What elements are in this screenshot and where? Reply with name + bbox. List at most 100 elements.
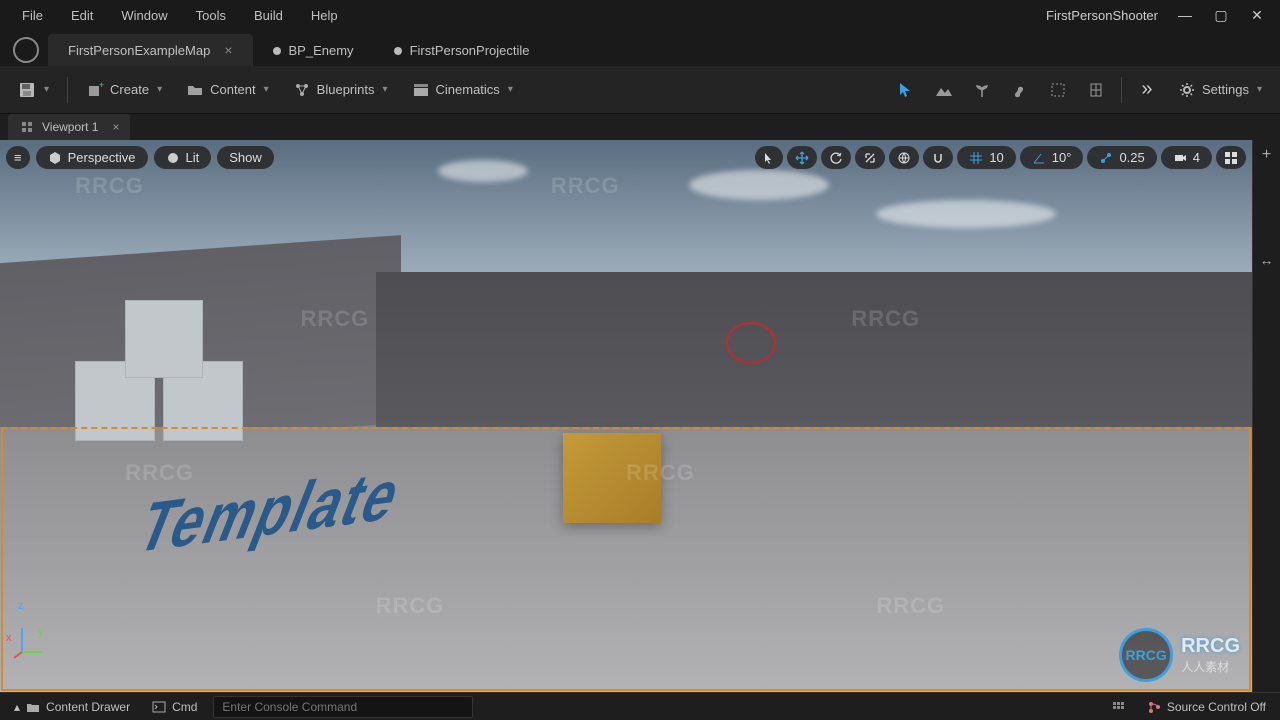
grid-icon <box>969 151 983 165</box>
wall-back <box>376 272 1252 427</box>
cursor-icon <box>763 152 775 164</box>
z-axis-label: z <box>18 600 24 612</box>
angle-snap-button[interactable]: 10° <box>1020 146 1084 169</box>
rotate-tool-button[interactable] <box>821 146 851 169</box>
maximize-button[interactable]: ▢ <box>1212 6 1230 24</box>
globe-icon <box>897 151 911 165</box>
grid-snap-button[interactable]: 10 <box>957 146 1015 169</box>
save-button[interactable]: ▾ <box>8 75 59 105</box>
select-mode-button[interactable] <box>889 73 923 107</box>
tab-projectile[interactable]: FirstPersonProjectile <box>374 35 550 66</box>
tab-label: FirstPersonProjectile <box>410 43 530 58</box>
close-window-button[interactable]: ✕ <box>1248 6 1266 24</box>
status-bar: ▴ Content Drawer Cmd Source Control Off <box>0 692 1280 720</box>
ue-logo-icon[interactable] <box>4 34 48 66</box>
content-drawer-button[interactable]: ▴ Content Drawer <box>8 698 136 716</box>
branch-icon <box>1147 700 1161 714</box>
tab-level-map[interactable]: FirstPersonExampleMap × <box>48 34 253 66</box>
landscape-mode-button[interactable] <box>927 73 961 107</box>
blueprints-button[interactable]: Blueprints ▾ <box>283 75 398 105</box>
divider <box>67 77 68 103</box>
lit-button[interactable]: Lit <box>154 146 212 169</box>
angle-snap-value: 10° <box>1052 150 1072 165</box>
close-icon[interactable]: × <box>112 120 119 134</box>
menu-tools[interactable]: Tools <box>182 4 240 27</box>
axis-gizmo: z y x <box>12 626 48 662</box>
menu-help[interactable]: Help <box>297 4 352 27</box>
viewport-layout-button[interactable] <box>1216 146 1246 169</box>
foliage-mode-button[interactable] <box>965 73 999 107</box>
target-ring <box>726 322 776 364</box>
move-icon <box>795 151 809 165</box>
resize-handle-icon[interactable]: ↔ <box>1260 252 1274 268</box>
chevron-down-icon: ▾ <box>508 84 513 95</box>
viewport-tab-bar: Viewport 1 × <box>0 114 1280 140</box>
gold-cube-actor <box>563 433 661 523</box>
scale-snap-button[interactable]: 0.25 <box>1087 146 1156 169</box>
viewport-scene: Template z y x <box>0 140 1252 692</box>
translate-tool-button[interactable] <box>787 146 817 169</box>
clapper-icon <box>412 81 430 99</box>
surface-snap-button[interactable] <box>923 146 953 169</box>
world-local-toggle[interactable] <box>889 146 919 169</box>
fracture-mode-button[interactable] <box>1079 73 1113 107</box>
show-button[interactable]: Show <box>217 146 274 169</box>
folder-icon <box>26 701 40 713</box>
viewport-tab[interactable]: Viewport 1 × <box>8 114 130 140</box>
details-panel-collapsed[interactable]: + ↔ <box>1252 140 1280 692</box>
content-drawer-label: Content Drawer <box>46 700 130 714</box>
y-axis-label: y <box>38 626 44 638</box>
grid-icon <box>18 118 36 136</box>
asset-tab-strip: FirstPersonExampleMap × BP_Enemy FirstPe… <box>0 30 1280 66</box>
overflow-button[interactable]: » <box>1130 73 1164 107</box>
viewport-menu-button[interactable]: ≡ <box>6 146 30 169</box>
tab-label: BP_Enemy <box>289 43 354 58</box>
settings-label: Settings <box>1202 82 1249 97</box>
menu-window[interactable]: Window <box>107 4 181 27</box>
menu-file[interactable]: File <box>8 4 57 27</box>
camera-speed-button[interactable]: 4 <box>1161 146 1212 169</box>
svg-text:+: + <box>99 81 104 90</box>
rotate-icon <box>829 151 843 165</box>
dirty-dot-icon <box>394 47 402 55</box>
create-button[interactable]: + Create ▾ <box>76 75 172 105</box>
project-name: FirstPersonShooter <box>1046 8 1158 23</box>
minimize-button[interactable]: — <box>1176 6 1194 24</box>
grid-snap-value: 10 <box>989 150 1003 165</box>
scale-tool-button[interactable] <box>855 146 885 169</box>
grid-display-icon[interactable] <box>1105 698 1131 716</box>
viewport-tab-label: Viewport 1 <box>42 120 98 134</box>
plus-cube-icon: + <box>86 81 104 99</box>
tab-bp-enemy[interactable]: BP_Enemy <box>253 35 374 66</box>
modeling-mode-button[interactable] <box>1041 73 1075 107</box>
console-command-input[interactable] <box>213 696 473 718</box>
viewport[interactable]: Template z y x RRCG RRCG RRCG RRCG RRCG … <box>0 140 1252 692</box>
source-control-button[interactable]: Source Control Off <box>1141 698 1272 716</box>
tab-label: FirstPersonExampleMap <box>68 43 210 58</box>
menu-build[interactable]: Build <box>240 4 297 27</box>
source-control-label: Source Control Off <box>1167 700 1266 714</box>
mesh-paint-button[interactable] <box>1003 73 1037 107</box>
close-icon[interactable]: × <box>224 42 232 58</box>
angle-icon <box>1032 151 1046 165</box>
select-tool-button[interactable] <box>755 146 783 169</box>
brand-sub: 人人素材 <box>1181 658 1240 675</box>
sphere-icon <box>166 151 180 165</box>
settings-button[interactable]: Settings ▾ <box>1168 75 1272 105</box>
camera-icon <box>1173 151 1187 165</box>
cmd-button[interactable]: Cmd <box>146 698 203 716</box>
chevron-down-icon: ▾ <box>157 84 162 95</box>
content-button[interactable]: Content ▾ <box>176 75 279 105</box>
perspective-button[interactable]: Perspective <box>36 146 148 169</box>
viewport-overlay-toolbar: ≡ Perspective Lit Show <box>6 146 1246 169</box>
menu-edit[interactable]: Edit <box>57 4 107 27</box>
menu-bar: File Edit Window Tools Build Help FirstP… <box>0 0 1280 30</box>
perspective-label: Perspective <box>68 150 136 165</box>
main-area: Template z y x RRCG RRCG RRCG RRCG RRCG … <box>0 140 1280 692</box>
cube-icon <box>48 151 62 165</box>
cinematics-button[interactable]: Cinematics ▾ <box>402 75 523 105</box>
cube-actor <box>125 300 203 378</box>
blueprint-icon <box>293 81 311 99</box>
chevron-down-icon: ▾ <box>264 84 269 95</box>
plus-icon[interactable]: + <box>1262 146 1271 164</box>
